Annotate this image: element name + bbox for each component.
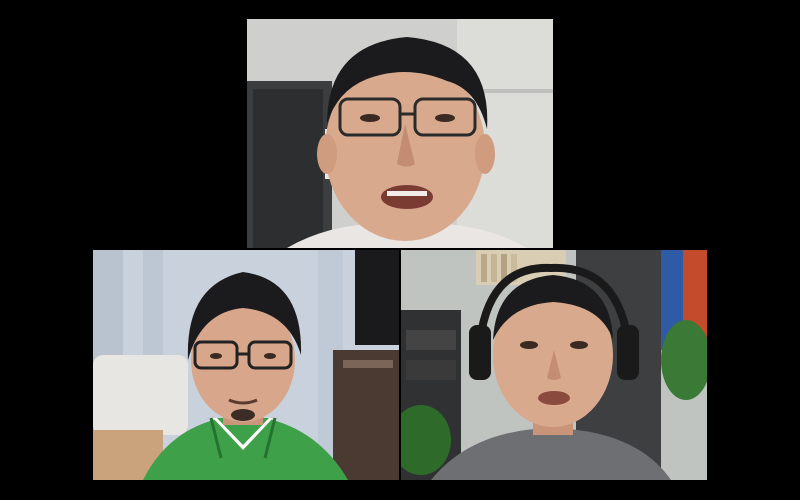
participant-video-feed <box>93 250 399 480</box>
video-call-gallery <box>0 0 800 500</box>
participant-video-tile-top[interactable] <box>247 19 553 248</box>
participant-video-feed <box>247 19 553 248</box>
participant-video-feed <box>401 250 707 480</box>
participant-video-tile-bottom-right[interactable] <box>401 250 707 480</box>
participant-video-tile-bottom-left[interactable] <box>93 250 399 480</box>
